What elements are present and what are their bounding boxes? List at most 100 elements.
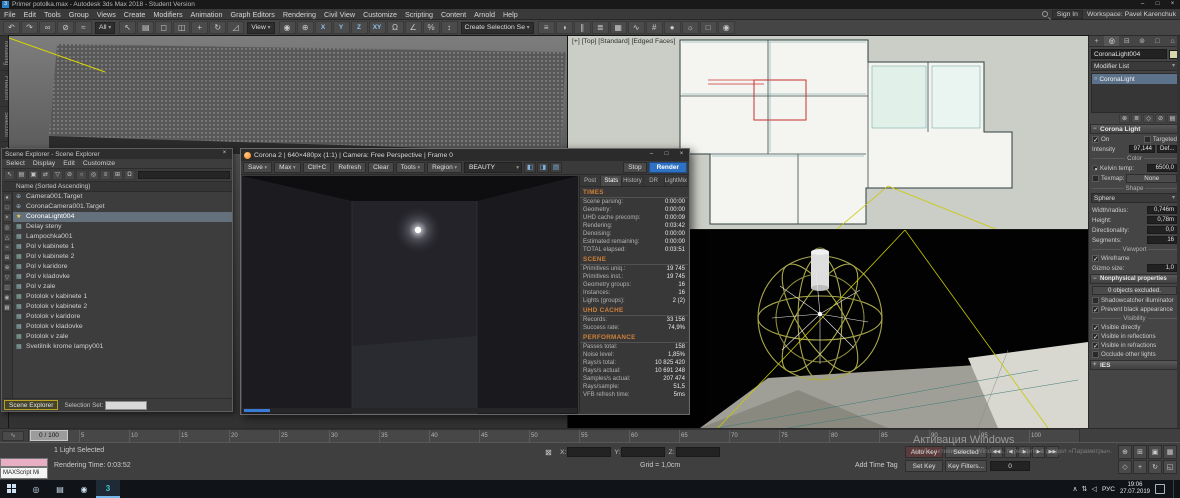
percent-snap-icon[interactable]: % — [423, 21, 440, 34]
vfb-toolbar-button[interactable]: Region — [427, 162, 462, 173]
select-and-manipulate-icon[interactable]: ⊕ — [297, 21, 314, 34]
vfb-ab-compare-icon[interactable]: ◨ — [537, 162, 549, 173]
rollout-corona-light[interactable]: Corona Light — [1090, 124, 1179, 134]
object-name-field[interactable]: CoronaLight004 — [1091, 49, 1167, 59]
remove-modifier-icon[interactable]: ⊘ — [1155, 114, 1166, 123]
start-button[interactable] — [0, 480, 24, 498]
taskbar-chrome-icon[interactable]: ◉ — [72, 480, 96, 498]
curve-editor-icon[interactable]: ∿ — [628, 21, 645, 34]
filter-lights-icon[interactable]: ☀ — [3, 213, 12, 222]
intensity-unit-dropdown[interactable]: Def... — [1157, 145, 1177, 153]
tray-volume-icon[interactable]: ◁ — [1092, 485, 1097, 493]
scene-explorer-row[interactable]: ▦ Pol v kabinete 1 — [13, 242, 232, 252]
taskbar-file-explorer-icon[interactable]: ▤ — [48, 480, 72, 498]
filter-shapes-icon[interactable]: □ — [3, 203, 12, 212]
motion-tab-icon[interactable]: ⊚ — [1135, 36, 1150, 46]
viewport-label[interactable]: [+] [Top] [Standard] [Edged Faces] — [572, 38, 675, 45]
exclude-objects-button[interactable]: 0 objects excluded. — [1092, 286, 1177, 295]
menu-item[interactable]: Views — [93, 9, 120, 20]
bind-to-space-warp-icon[interactable]: ≈ — [75, 21, 92, 34]
checkbox-row[interactable]: Visible in refractions — [1089, 341, 1180, 350]
spinner-field[interactable]: 16 — [1147, 236, 1177, 244]
set-key-button[interactable]: Set Key — [905, 460, 943, 472]
timeline[interactable]: ∿ 05101520253035404550556065707580859095… — [0, 428, 1180, 442]
checkbox-row[interactable]: Occlude other lights — [1089, 350, 1180, 359]
vfb-settings-icon[interactable]: ▤ — [550, 162, 562, 173]
checkbox-row[interactable]: Prevent black appearance — [1089, 305, 1180, 314]
menu-item[interactable]: Help — [499, 9, 522, 20]
checkbox-row[interactable]: Visible in reflections — [1089, 332, 1180, 341]
orbit-icon[interactable]: ↻ — [1148, 460, 1162, 474]
rollout-ies[interactable]: IES — [1090, 360, 1179, 370]
undo-icon[interactable]: ↶ — [3, 21, 20, 34]
auto-key-button[interactable]: Auto Key — [905, 446, 943, 458]
selection-filter-dropdown[interactable]: All — [95, 22, 115, 34]
align-icon[interactable]: ∥ — [574, 21, 591, 34]
vfb-dock-icon[interactable]: ◧ — [524, 162, 536, 173]
vfb-toolbar-button[interactable]: Save — [243, 162, 272, 173]
spinner-snap-icon[interactable]: ↕ — [441, 21, 458, 34]
menu-item[interactable]: Graph Editors — [227, 9, 279, 20]
menu-item[interactable]: Customize — [359, 9, 401, 20]
vfb-toolbar-button[interactable]: Ctrl+C — [303, 162, 332, 173]
explorer-column-header[interactable]: Name (Sorted Ascending) — [2, 182, 232, 192]
menu-item[interactable]: File — [0, 9, 20, 20]
axis-constraint-z-button[interactable]: Z — [351, 21, 368, 34]
zoom-extents-icon[interactable]: ▣ — [1148, 445, 1162, 459]
taskbar-3dsmax-icon[interactable]: 3 — [96, 480, 120, 498]
menu-item[interactable]: Create — [120, 9, 150, 20]
current-frame-field[interactable] — [990, 461, 1030, 471]
scene-explorer-row[interactable]: ▦ Pol v zale — [13, 282, 232, 292]
texmap-button[interactable]: None — [1126, 174, 1177, 183]
scene-explorer-row[interactable]: ▦ Potolok v zale — [13, 332, 232, 342]
coordinate-input[interactable] — [621, 447, 665, 457]
taskbar-browser-icon[interactable]: ◎ — [24, 480, 48, 498]
checkbox[interactable] — [1092, 324, 1099, 331]
unlink-selection-icon[interactable]: ⊘ — [57, 21, 74, 34]
angle-snap-icon[interactable]: ∠ — [405, 21, 422, 34]
close-button[interactable]: × — [1165, 0, 1180, 9]
previous-frame-icon[interactable]: ◀ — [1004, 446, 1017, 458]
menu-item[interactable]: Content — [437, 9, 470, 20]
scene-explorer-close-button[interactable]: × — [217, 149, 232, 159]
axis-constraint-xy-button[interactable]: XY — [369, 21, 386, 34]
corona-titlebar[interactable]: Corona 2 | 640×480px (1:1) | Camera: Fre… — [241, 149, 689, 161]
pan-view-icon[interactable]: + — [1133, 460, 1147, 474]
create-tab-icon[interactable]: + — [1089, 36, 1104, 46]
field-of-view-icon[interactable]: ◇ — [1118, 460, 1132, 474]
select-and-link-icon[interactable]: ∞ — [39, 21, 56, 34]
explorer-lock-icon[interactable]: ▣ — [28, 170, 39, 180]
vfb-tab[interactable]: DR — [644, 176, 665, 186]
filter-materials-icon[interactable]: ◉ — [3, 293, 12, 302]
menu-item[interactable]: Group — [65, 9, 93, 20]
timeline-ruler[interactable]: 0510152025303540455055606570758085909510… — [28, 429, 1080, 443]
sign-in-button[interactable]: Sign In — [1052, 10, 1083, 19]
explorer-pick-icon[interactable]: Ω — [124, 170, 135, 180]
intensity-field[interactable]: 97,144 — [1129, 145, 1155, 153]
next-frame-icon[interactable]: ▶ — [1032, 446, 1045, 458]
scene-explorer-row[interactable]: ★ CoronaLight004 — [13, 212, 232, 222]
explorer-camera-filter-icon[interactable]: ◎ — [88, 170, 99, 180]
texmap-checkbox[interactable] — [1092, 175, 1099, 182]
scene-explorer-row[interactable]: ▦ Pol v karidore — [13, 262, 232, 272]
filter-spacewarps-icon[interactable]: ≈ — [3, 243, 12, 252]
material-editor-icon[interactable]: ● — [664, 21, 681, 34]
vfb-toolbar-button[interactable]: Clear — [368, 162, 394, 173]
filter-helpers-icon[interactable]: △ — [3, 233, 12, 242]
checkbox[interactable] — [1092, 351, 1099, 358]
checkbox-row[interactable]: Shadowcatcher illuminator — [1089, 296, 1180, 305]
modify-tab-icon[interactable]: ◎ — [1104, 36, 1119, 46]
ribbon-tab[interactable]: Modeling — [0, 36, 9, 71]
targeted-checkbox[interactable] — [1144, 136, 1151, 143]
render-image[interactable] — [242, 176, 578, 414]
checkbox[interactable] — [1092, 342, 1099, 349]
time-slider[interactable]: 0 / 100 — [30, 430, 68, 441]
macro-recorder-field[interactable] — [0, 458, 48, 467]
vfb-tab[interactable]: LightMix — [665, 176, 688, 186]
scene-explorer-footer-tab[interactable]: Scene Explorer — [4, 400, 58, 410]
taskbar-clock[interactable]: 19:06 27.07.2019 — [1120, 482, 1150, 496]
go-to-end-icon[interactable]: ▶▶ — [1046, 446, 1059, 458]
menu-item[interactable]: Civil View — [320, 9, 359, 20]
checkbox[interactable] — [1092, 297, 1099, 304]
render-button[interactable]: Render — [649, 162, 687, 173]
